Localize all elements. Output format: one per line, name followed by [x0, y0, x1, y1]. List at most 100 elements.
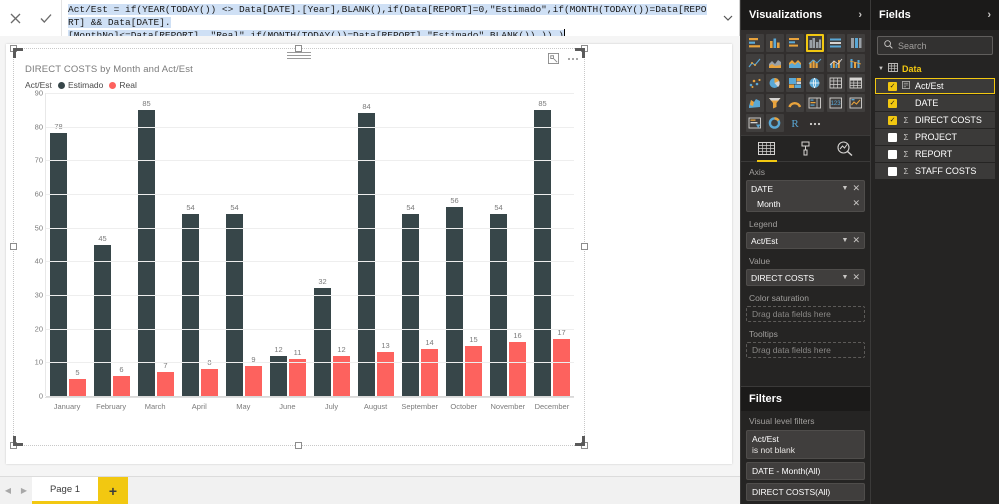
field-checkbox[interactable]: ✓ [888, 115, 897, 125]
filled-map-icon[interactable] [746, 94, 764, 112]
bar-real-june[interactable]: 11 [289, 348, 306, 396]
bar-real-april[interactable]: 8 [201, 358, 218, 396]
field-checkbox[interactable]: ✓ [888, 98, 897, 108]
collapse-fields-icon[interactable]: › [987, 9, 991, 21]
field-checkbox[interactable] [888, 149, 897, 159]
well-legend[interactable]: Act/Est ▼ ✕ [746, 232, 865, 249]
line-stacked-column-chart-icon[interactable] [806, 54, 825, 72]
bar-real-march[interactable]: 7 [157, 361, 174, 396]
bar-estimado-april[interactable]: 54 [182, 203, 199, 396]
map-icon[interactable] [806, 74, 825, 92]
report-page-canvas[interactable]: DIRECT COSTS by Month and Act/Est Act/Es… [0, 36, 740, 504]
multi-row-card-icon[interactable] [806, 94, 825, 112]
field-item-date[interactable]: ✓ DATE [875, 95, 995, 111]
bar-estimado-january[interactable]: 78 [50, 122, 67, 396]
more-visuals-icon[interactable] [806, 114, 824, 132]
donut-chart-icon[interactable] [766, 114, 785, 132]
bar-real-may[interactable]: 9 [245, 355, 262, 396]
next-page-icon[interactable]: ▶ [21, 486, 27, 495]
fields-tab[interactable] [754, 138, 780, 162]
bar-real-february[interactable]: 6 [113, 365, 130, 396]
well-axis[interactable]: DATE ▼ ✕ Month ✕ [746, 180, 865, 212]
well-drop-tooltips[interactable]: Drag data fields here [746, 342, 865, 358]
stacked-column-chart-icon[interactable] [766, 34, 785, 52]
format-tab[interactable] [793, 138, 819, 160]
remove-field-icon[interactable]: ✕ [852, 184, 860, 193]
bar-estimado-february[interactable]: 45 [94, 234, 111, 396]
add-page-button[interactable]: + [98, 477, 128, 504]
stacked-bar-chart-icon[interactable] [746, 34, 764, 52]
resize-handle-n[interactable] [295, 45, 302, 52]
bar-estimado-may[interactable]: 54 [226, 203, 243, 396]
resize-handle-w[interactable] [10, 243, 17, 250]
chevron-down-icon[interactable]: ▼ [842, 185, 849, 192]
gauge-icon[interactable] [786, 94, 805, 112]
fields-table-data[interactable]: ▼ Data [875, 60, 995, 77]
bar-real-november[interactable]: 16 [509, 331, 526, 396]
field-checkbox[interactable]: ✓ [888, 81, 897, 91]
chevron-down-icon[interactable]: ▼ [842, 274, 849, 281]
funnel-icon[interactable] [766, 94, 785, 112]
chevron-down-icon[interactable] [717, 0, 739, 36]
bar-real-september[interactable]: 14 [421, 338, 438, 396]
clustered-column-chart-visual[interactable]: DIRECT COSTS by Month and Act/Est Act/Es… [10, 45, 588, 449]
bar-estimado-march[interactable]: 85 [138, 99, 155, 396]
100-stacked-bar-chart-icon[interactable] [826, 34, 845, 52]
field-item-report[interactable]: Σ REPORT [875, 146, 995, 162]
focus-mode-icon[interactable] [546, 52, 560, 65]
bar-estimado-august[interactable]: 84 [358, 102, 375, 396]
bar-estimado-december[interactable]: 85 [534, 99, 551, 396]
well-subfield-month[interactable]: Month ✕ [747, 196, 864, 211]
legend-item-estimado[interactable]: Estimado [57, 80, 103, 90]
chevron-down-icon[interactable]: ▼ [842, 237, 849, 244]
clustered-bar-chart-icon[interactable] [786, 34, 805, 52]
remove-subfield-icon[interactable]: ✕ [852, 199, 860, 208]
expand-triangle-icon[interactable]: ▼ [878, 66, 884, 72]
kpi-icon[interactable] [846, 94, 865, 112]
filter-card-direct-costs-all-[interactable]: DIRECT COSTS(All) [746, 483, 865, 501]
formula-input-wrapper[interactable]: Act/Est = if(YEAR(TODAY()) <> Data[DATE]… [62, 0, 740, 36]
bar-real-august[interactable]: 13 [377, 341, 394, 396]
resize-handle-e[interactable] [581, 243, 588, 250]
field-item-staff-costs[interactable]: Σ STAFF COSTS [875, 163, 995, 179]
card-icon[interactable]: 123 [826, 94, 845, 112]
line-clustered-column-chart-icon[interactable] [826, 54, 845, 72]
pie-chart-icon[interactable] [766, 74, 785, 92]
search-input[interactable]: Search [877, 36, 993, 55]
resize-handle-s[interactable] [295, 442, 302, 449]
scatter-chart-icon[interactable] [746, 74, 764, 92]
legend-item-real[interactable]: Real [109, 80, 137, 90]
treemap-icon[interactable] [786, 74, 805, 92]
field-item-act-est[interactable]: ✓ Act/Est [875, 78, 995, 94]
bar-estimado-october[interactable]: 56 [446, 196, 463, 396]
well-field-date[interactable]: DATE ▼ ✕ [747, 181, 864, 196]
field-checkbox[interactable] [888, 132, 897, 142]
prev-page-icon[interactable]: ◀ [5, 486, 11, 495]
bar-real-december[interactable]: 17 [553, 328, 570, 396]
field-checkbox[interactable] [888, 166, 897, 176]
remove-field-icon[interactable]: ✕ [852, 236, 860, 245]
clustered-column-chart-icon[interactable] [806, 34, 825, 52]
well-field-act-est[interactable]: Act/Est ▼ ✕ [747, 233, 864, 248]
slicer-icon[interactable] [746, 114, 764, 132]
filter-card-act-est[interactable]: Act/Est is not blank [746, 430, 865, 459]
well-field-direct-costs[interactable]: DIRECT COSTS ▼ ✕ [747, 270, 864, 285]
ribbon-chart-icon[interactable] [846, 54, 865, 72]
bar-estimado-november[interactable]: 54 [490, 203, 507, 396]
well-drop-color-saturation[interactable]: Drag data fields here [746, 306, 865, 322]
field-item-project[interactable]: Σ PROJECT [875, 129, 995, 145]
table-icon[interactable] [846, 74, 865, 92]
bar-estimado-july[interactable]: 32 [314, 277, 331, 396]
area-chart-icon[interactable] [766, 54, 785, 72]
stacked-area-chart-icon[interactable] [786, 54, 805, 72]
page-tab-page-1[interactable]: Page 1 [32, 477, 98, 504]
100-stacked-column-chart-icon[interactable] [846, 34, 865, 52]
bar-real-january[interactable]: 5 [69, 368, 86, 396]
collapse-visualizations-icon[interactable]: › [858, 9, 862, 21]
matrix-icon[interactable] [826, 74, 845, 92]
line-chart-icon[interactable] [746, 54, 764, 72]
field-item-direct-costs[interactable]: ✓ Σ DIRECT COSTS [875, 112, 995, 128]
filter-card-date-month-all-[interactable]: DATE - Month(All) [746, 462, 865, 480]
bar-real-october[interactable]: 15 [465, 335, 482, 396]
analytics-tab[interactable] [832, 138, 858, 160]
